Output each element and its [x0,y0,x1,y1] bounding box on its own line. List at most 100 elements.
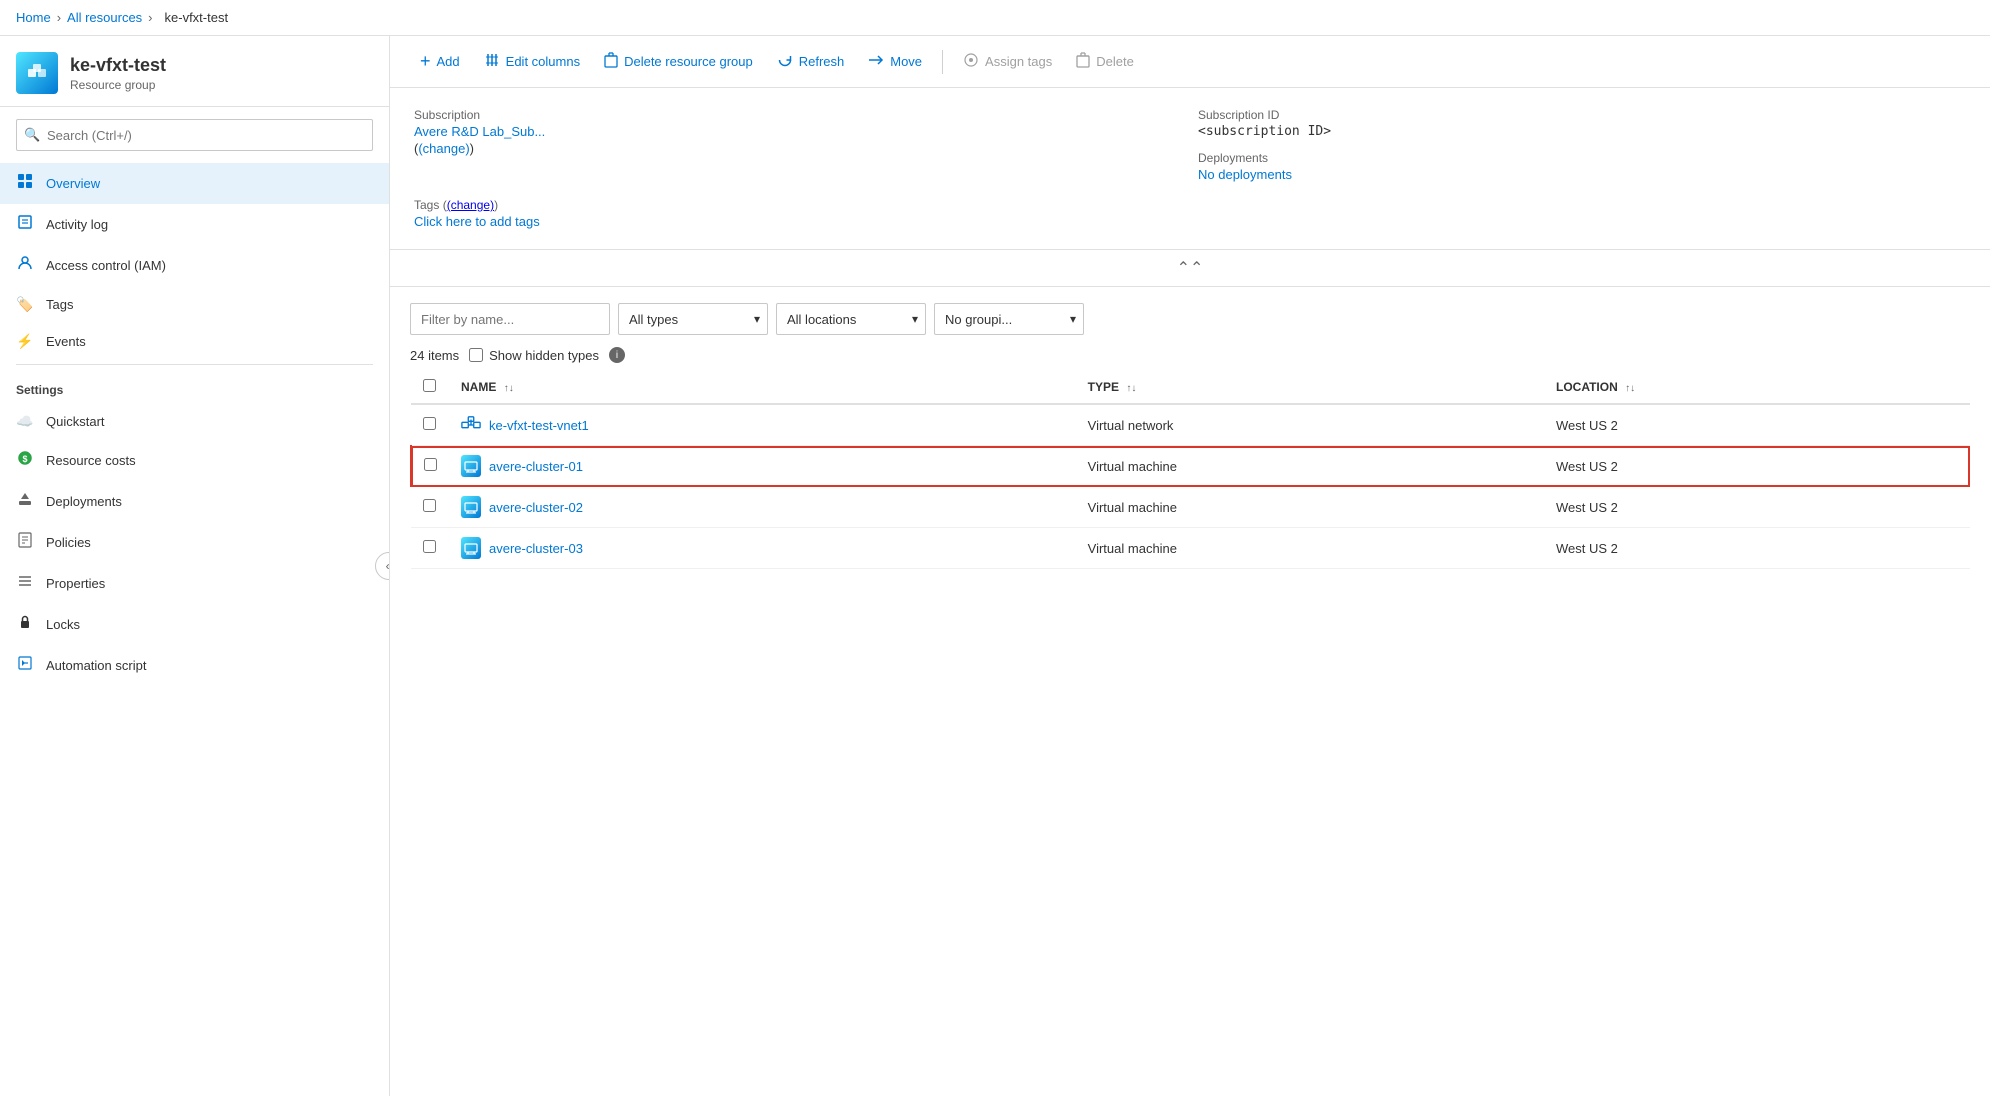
settings-section-title: Settings [0,369,389,403]
breadcrumb-home[interactable]: Home [16,10,51,25]
vnet-icon [461,415,481,435]
search-icon: 🔍 [24,127,40,143]
sidebar-item-deployments[interactable]: Deployments [0,481,389,522]
assign-tags-icon [963,52,979,71]
resource-costs-icon: $ [16,450,34,471]
all-locations-select[interactable]: All locations [776,303,926,335]
resource-location-cell: West US 2 [1544,404,1970,446]
resource-group-icon [16,52,58,94]
tags-change-link[interactable]: (change) [447,198,494,212]
sidebar-item-properties[interactable]: Properties [0,563,389,604]
sidebar-item-resource-costs[interactable]: $ Resource costs [0,440,389,481]
sidebar-item-label-quickstart: Quickstart [46,414,105,429]
deployments-link[interactable]: No deployments [1198,167,1292,182]
all-locations-wrapper: All locations [776,303,926,335]
show-hidden-label: Show hidden types [489,348,599,363]
move-icon [868,53,884,70]
all-types-wrapper: All types [618,303,768,335]
table-row: ke-vfxt-test-vnet1Virtual networkWest US… [411,404,1970,446]
svg-text:$: $ [22,454,27,464]
quickstart-icon: ☁️ [16,413,34,430]
sidebar-item-label-iam: Access control (IAM) [46,258,166,273]
sidebar-item-label-policies: Policies [46,535,91,550]
sidebar-item-tags[interactable]: 🏷️ Tags [0,286,389,323]
delete-resource-group-button[interactable]: Delete resource group [594,46,763,77]
collapse-chevron-icon[interactable]: ⌃⌃ [1177,258,1204,278]
sidebar-item-activity-log[interactable]: Activity log [0,204,389,245]
tags-add-link[interactable]: Click here to add tags [414,214,540,229]
sidebar-item-quickstart[interactable]: ☁️ Quickstart [0,403,389,440]
resource-name: ke-vfxt-test [70,55,166,76]
location-column-header: LOCATION ↑↓ [1544,371,1970,404]
location-sort-icon[interactable]: ↑↓ [1625,383,1635,394]
type-sort-icon[interactable]: ↑↓ [1126,383,1136,394]
search-input[interactable] [16,119,373,151]
assign-tags-button[interactable]: Assign tags [953,46,1062,77]
no-grouping-wrapper: No groupi... [934,303,1084,335]
info-icon[interactable]: i [609,347,625,363]
subscription-id-value: <subscription ID> [1198,124,1966,139]
add-icon: + [420,51,431,72]
row-checkbox[interactable] [424,458,437,471]
edit-columns-button[interactable]: Edit columns [474,46,590,77]
select-all-checkbox[interactable] [423,379,436,392]
table-row: avere-cluster-03Virtual machineWest US 2 [411,528,1970,569]
toolbar: + Add Edit columns Delete resource group [390,36,1990,88]
tags-icon: 🏷️ [16,296,34,313]
resource-location-cell: West US 2 [1544,487,1970,528]
resources-table: NAME ↑↓ TYPE ↑↓ LOCATION ↑↓ [410,371,1970,569]
filter-bar: All types All locations No groupi... [410,303,1970,335]
row-checkbox[interactable] [423,417,436,430]
sidebar-item-locks[interactable]: Locks [0,604,389,645]
add-button[interactable]: + Add [410,45,470,78]
breadcrumb-current: ke-vfxt-test [165,10,229,25]
sidebar-item-label-locks: Locks [46,617,80,632]
move-button[interactable]: Move [858,47,932,76]
subscription-change-link[interactable]: (change) [418,141,469,156]
name-sort-icon[interactable]: ↑↓ [504,383,514,394]
resource-name-link[interactable]: avere-cluster-01 [489,459,583,474]
select-all-header [411,371,449,404]
subscription-id-label: Subscription ID [1198,108,1966,122]
show-hidden-checkbox[interactable] [469,348,483,362]
resource-name-link[interactable]: avere-cluster-02 [489,500,583,515]
row-checkbox[interactable] [423,540,436,553]
sidebar-item-access-control[interactable]: Access control (IAM) [0,245,389,286]
sidebar-item-events[interactable]: ⚡ Events [0,323,389,360]
events-icon: ⚡ [16,333,34,350]
refresh-icon [777,52,793,71]
resource-name-cell: ke-vfxt-test-vnet1 [449,404,1076,446]
resource-type-cell: Virtual machine [1076,446,1544,487]
row-checkbox[interactable] [423,499,436,512]
deployments-icon [16,491,34,512]
resource-name-cell: avere-cluster-03 [449,528,1076,569]
automation-script-icon [16,655,34,676]
vm-icon [461,538,481,558]
filter-by-name-input[interactable] [410,303,610,335]
sidebar-item-policies[interactable]: Policies [0,522,389,563]
resource-name-cell: avere-cluster-01 [449,446,1076,487]
overview-icon [16,173,34,194]
delete-rg-icon [604,52,618,71]
toolbar-divider [942,50,943,74]
breadcrumb-all-resources[interactable]: All resources [67,10,142,25]
delete-button[interactable]: Delete [1066,46,1144,77]
sidebar-item-label-activity-log: Activity log [46,217,108,232]
resource-name-cell: avere-cluster-02 [449,487,1076,528]
resource-name-link[interactable]: ke-vfxt-test-vnet1 [489,418,589,433]
sidebar-item-label-deployments: Deployments [46,494,122,509]
resource-location-cell: West US 2 [1544,446,1970,487]
subscription-link[interactable]: Avere R&D Lab_Sub... [414,124,545,139]
sidebar-item-overview[interactable]: Overview [0,163,389,204]
subscription-id-info: Subscription ID <subscription ID> Deploy… [1198,108,1966,182]
resource-name-link[interactable]: avere-cluster-03 [489,541,583,556]
type-column-header: TYPE ↑↓ [1076,371,1544,404]
items-count: 24 items [410,348,459,363]
name-column-header: NAME ↑↓ [449,371,1076,404]
no-grouping-select[interactable]: No groupi... [934,303,1084,335]
refresh-button[interactable]: Refresh [767,46,855,77]
sidebar-header: ke-vfxt-test Resource group [0,36,389,107]
all-types-select[interactable]: All types [618,303,768,335]
sidebar-item-automation-script[interactable]: Automation script [0,645,389,686]
table-row: avere-cluster-01 Virtual machineWest US 2 [411,446,1970,487]
